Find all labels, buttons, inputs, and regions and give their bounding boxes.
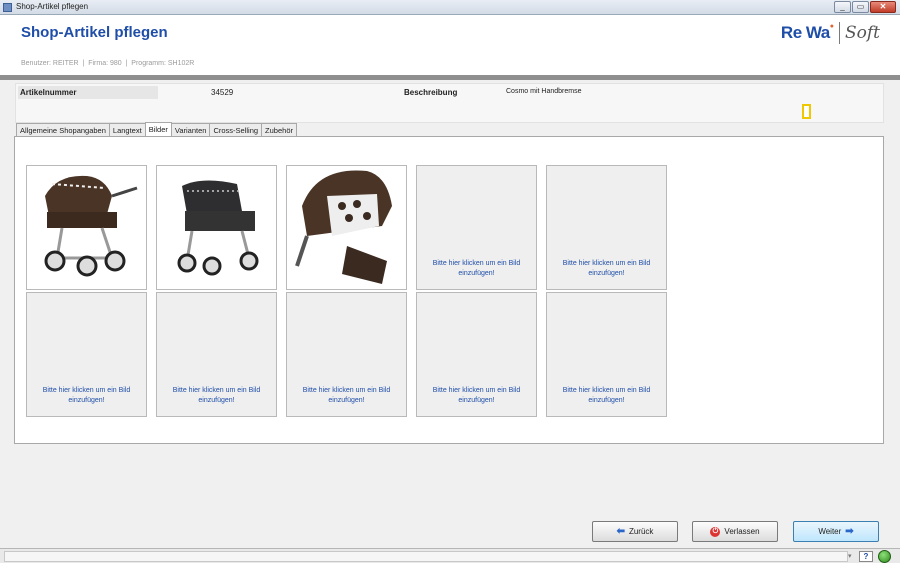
image-slot-3[interactable] — [286, 165, 407, 290]
beschreibung-value: Cosmo mit Handbremse — [506, 88, 582, 95]
focus-marker — [802, 104, 811, 119]
image-slot-5[interactable]: Bitte hier klicken um ein Bild einzufüge… — [546, 165, 667, 290]
back-label: Zurück — [628, 527, 654, 536]
artikelnummer-value: 34529 — [211, 88, 234, 97]
session-meta: Benutzer: REITER | Firma: 980 | Programm… — [21, 60, 195, 67]
status-bar: ▾ ? — [0, 548, 900, 563]
rewasoft-logo: Re Wa ● Soft — [780, 22, 880, 44]
exit-label: Verlassen — [724, 527, 760, 536]
user-label: Benutzer: — [21, 60, 51, 67]
insert-image-hint: Bitte hier klicken um ein Bild einzufüge… — [42, 387, 131, 404]
exit-button[interactable]: ⏻ Verlassen — [692, 521, 778, 542]
page-title: Shop-Artikel pflegen — [21, 24, 168, 41]
minimize-button[interactable]: _ — [834, 1, 851, 13]
tab-bilder[interactable]: Bilder — [144, 122, 172, 136]
logo-part2: Soft — [844, 23, 880, 43]
artikelnummer-label: Artikelnummer — [18, 86, 158, 99]
image-slot-4[interactable]: Bitte hier klicken um ein Bild einzufüge… — [416, 165, 537, 290]
insert-image-hint: Bitte hier klicken um ein Bild einzufüge… — [172, 387, 261, 404]
stroller-photo-2 — [177, 180, 259, 276]
tab-allgemeine-shopangaben[interactable]: Allgemeine Shopangaben — [16, 123, 110, 136]
image-slot-1[interactable] — [26, 165, 147, 290]
next-label: Weiter — [818, 527, 842, 536]
tab-bar: Allgemeine Shopangaben Langtext Bilder V… — [16, 122, 297, 136]
programm-value: SH102R — [167, 60, 195, 67]
programm-label: Programm: — [131, 60, 166, 67]
app-icon — [3, 3, 12, 12]
close-button[interactable]: ✕ — [870, 1, 896, 13]
arrow-left-icon: ⬅ — [616, 526, 625, 537]
insert-image-hint: Bitte hier klicken um ein Bild einzufüge… — [562, 260, 651, 277]
firma-value: 980 — [110, 60, 122, 67]
beschreibung-label: Beschreibung — [404, 88, 458, 97]
status-dropdown-icon[interactable]: ▾ — [848, 552, 852, 560]
firma-label: Firma: — [88, 60, 109, 67]
tab-cross-selling[interactable]: Cross-Selling — [209, 123, 263, 136]
image-slot-9[interactable]: Bitte hier klicken um ein Bild einzufüge… — [416, 292, 537, 417]
tab-zubehoer[interactable]: Zubehör — [261, 123, 297, 136]
image-slot-10[interactable]: Bitte hier klicken um ein Bild einzufüge… — [546, 292, 667, 417]
images-panel: Bitte hier klicken um ein Bild einzufüge… — [14, 136, 884, 444]
page-header: Shop-Artikel pflegen Benutzer: REITER | … — [0, 15, 900, 75]
header-divider — [0, 75, 900, 80]
exit-icon: ⏻ — [710, 526, 721, 537]
arrow-right-icon: ➡ — [845, 526, 854, 537]
article-info: Artikelnummer 34529 Beschreibung Cosmo m… — [15, 83, 884, 123]
image-slot-7[interactable]: Bitte hier klicken um ein Bild einzufüge… — [156, 292, 277, 417]
status-ok-icon — [878, 550, 891, 563]
tab-varianten[interactable]: Varianten — [170, 123, 211, 136]
insert-image-hint: Bitte hier klicken um ein Bild einzufüge… — [302, 387, 391, 404]
stroller-photo-3 — [295, 170, 392, 284]
logo-part1: Re Wa — [780, 23, 830, 42]
maximize-button[interactable]: ▭ — [852, 1, 869, 13]
insert-image-hint: Bitte hier klicken um ein Bild einzufüge… — [432, 260, 521, 277]
help-button[interactable]: ? — [859, 551, 873, 562]
image-slot-2[interactable] — [156, 165, 277, 290]
image-slot-8[interactable]: Bitte hier klicken um ein Bild einzufüge… — [286, 292, 407, 417]
tab-langtext[interactable]: Langtext — [108, 123, 146, 136]
next-button[interactable]: Weiter ➡ — [793, 521, 879, 542]
insert-image-hint: Bitte hier klicken um ein Bild einzufüge… — [562, 387, 651, 404]
status-field — [4, 551, 848, 562]
insert-image-hint: Bitte hier klicken um ein Bild einzufüge… — [432, 387, 521, 404]
stroller-photo-1 — [44, 175, 138, 277]
window-titlebar: Shop-Artikel pflegen _ ▭ ✕ — [0, 0, 900, 15]
user-value: REITER — [52, 60, 79, 67]
back-button[interactable]: ⬅ Zurück — [592, 521, 678, 542]
window-title: Shop-Artikel pflegen — [16, 2, 89, 11]
image-slot-6[interactable]: Bitte hier klicken um ein Bild einzufüge… — [26, 292, 147, 417]
